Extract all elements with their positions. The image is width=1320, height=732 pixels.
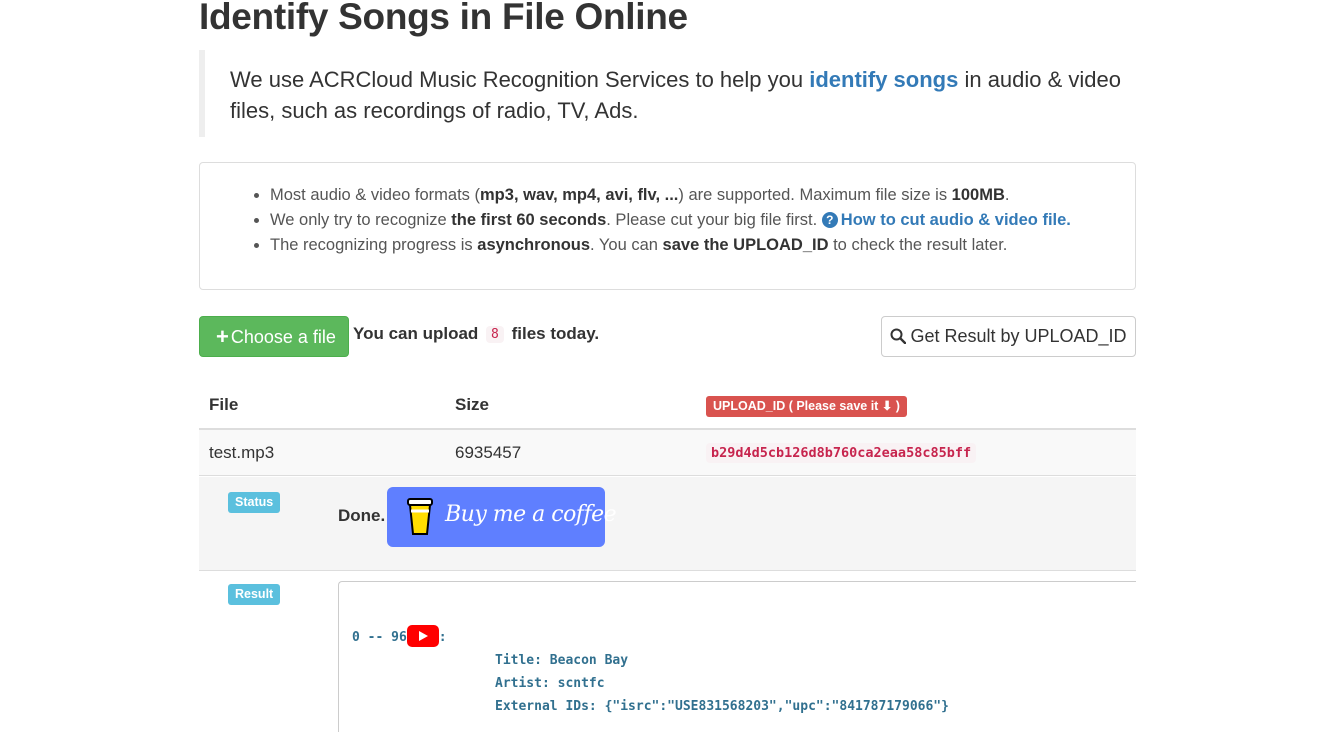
column-header-size: Size <box>455 395 490 414</box>
info-list: Most audio & video formats (mp3, wav, mp… <box>270 183 1135 258</box>
upload-note-before: You can upload <box>353 324 479 343</box>
table-header: File Size UPLOAD_ID ( Please save it ⬇ ) <box>199 380 1136 430</box>
status-row: Status Done. Buy me a coffee <box>199 477 1136 571</box>
get-result-label: Get Result by UPLOAD_ID <box>910 326 1127 346</box>
result-external-ids: External IDs: {"isrc":"USE831568203","up… <box>495 699 949 714</box>
info-text: . Please cut your big file first. <box>606 211 822 229</box>
info-async: asynchronous <box>477 236 591 254</box>
info-item-duration: We only try to recognize the first 60 se… <box>270 208 1135 233</box>
choose-file-label: Choose a file <box>230 327 336 347</box>
coffee-cup-icon <box>407 498 433 535</box>
segment-range: 0 -- 96 <box>352 630 407 645</box>
result-row: Result 0 -- 96: Title: Beacon Bay Artist… <box>199 571 1136 732</box>
info-text: The recognizing progress is <box>270 236 478 254</box>
how-to-cut-label: How to cut audio & video file. <box>840 211 1071 229</box>
upload-quota-note: You can upload 8 files today. <box>353 324 599 344</box>
result-output: 0 -- 96: Title: Beacon Bay Artist: scntf… <box>338 581 1136 732</box>
segment-colon: : <box>438 630 447 645</box>
get-result-button[interactable]: Get Result by UPLOAD_ID <box>881 316 1136 357</box>
question-circle-icon: ? <box>821 212 838 228</box>
info-max-size: 100MB <box>951 186 1005 204</box>
result-badge: Result <box>228 584 281 605</box>
segment-line: 0 -- 96: <box>352 625 447 647</box>
plus-icon: + <box>216 324 229 349</box>
how-to-cut-link[interactable]: ? How to cut audio & video file. <box>821 211 1071 229</box>
search-icon <box>890 328 907 344</box>
info-text: . You can <box>590 236 663 254</box>
info-duration: the first 60 seconds <box>451 211 607 229</box>
info-text: to check the result later. <box>828 236 1008 254</box>
info-item-async: The recognizing progress is asynchronous… <box>270 233 1135 258</box>
info-save-id: save the UPLOAD_ID <box>662 236 829 254</box>
file-size-cell: 6935457 <box>455 443 522 462</box>
column-header-file: File <box>209 395 239 414</box>
intro-text-before: We use ACRCloud Music Recognition Servic… <box>230 67 810 92</box>
file-name-cell: test.mp3 <box>209 443 275 462</box>
column-header-upload-id: UPLOAD_ID ( Please save it ⬇ ) <box>706 396 907 417</box>
status-text: Done. <box>338 506 386 525</box>
page-title: Identify Songs in File Online <box>199 0 688 37</box>
buy-me-a-coffee-label: Buy me a coffee <box>445 502 617 527</box>
result-title: Title: Beacon Bay <box>495 653 629 668</box>
choose-file-button[interactable]: + Choose a file <box>199 316 349 357</box>
table-row: test.mp3 6935457 b29d4d5cb126d8b760ca2ea… <box>199 430 1136 476</box>
info-text: Most audio & video formats ( <box>270 186 481 204</box>
buy-me-a-coffee-button[interactable]: Buy me a coffee <box>387 487 617 547</box>
info-text: . <box>1004 186 1010 204</box>
identify-songs-link[interactable]: identify songs <box>809 67 958 92</box>
intro-blockquote: We use ACRCloud Music Recognition Servic… <box>199 50 1136 137</box>
info-item-formats: Most audio & video formats (mp3, wav, mp… <box>270 183 1135 208</box>
upload-id-cell[interactable]: b29d4d5cb126d8b760ca2eaa58c85bff <box>706 443 977 463</box>
result-artist: Artist: scntfc <box>495 676 605 691</box>
upload-note-after: files today. <box>511 324 600 343</box>
info-formats: mp3, wav, mp4, avi, flv, ... <box>480 186 679 204</box>
info-text: We only try to recognize <box>270 211 452 229</box>
upload-count: 8 <box>486 326 504 343</box>
info-panel: Most audio & video formats (mp3, wav, mp… <box>199 162 1136 290</box>
youtube-icon[interactable] <box>406 625 439 647</box>
info-text: ) are supported. Maximum file size is <box>678 186 952 204</box>
status-badge: Status <box>228 492 281 513</box>
